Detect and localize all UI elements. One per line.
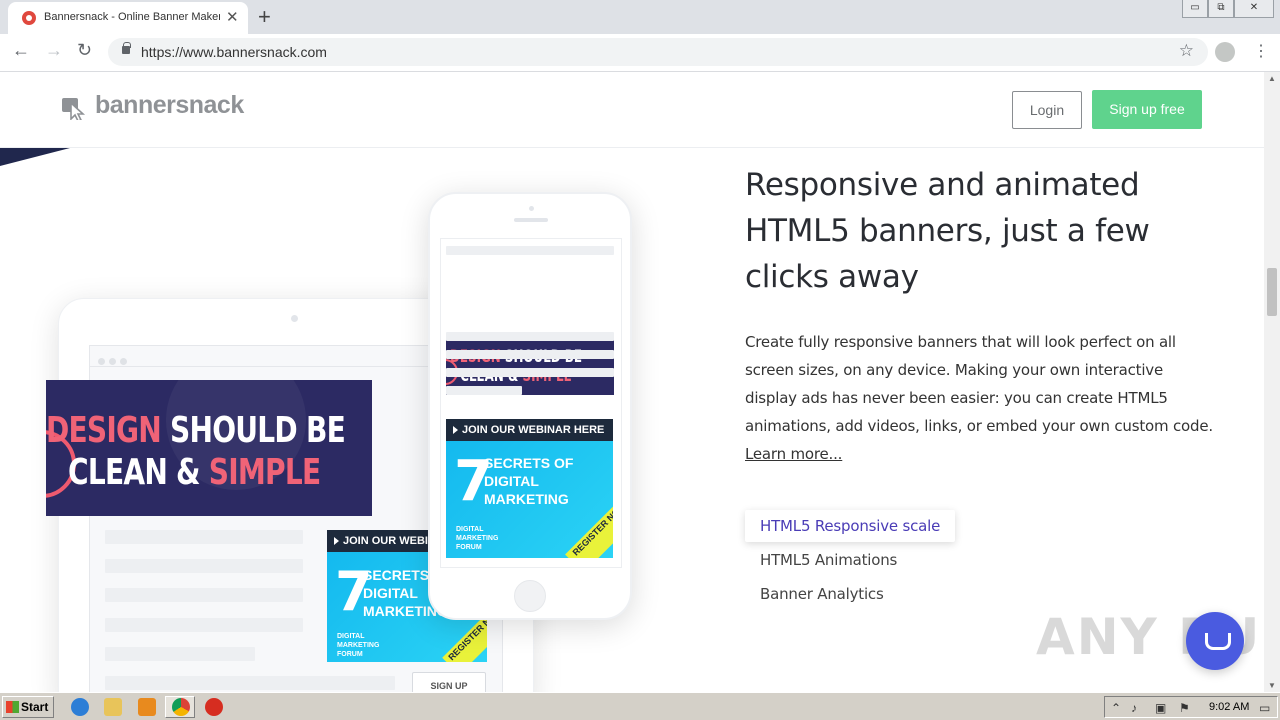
windows-flag-icon <box>6 701 19 713</box>
page-scrollbar[interactable]: ▲ ▼ <box>1264 72 1280 692</box>
banner-headline-2: CLEAN & SIMPLE <box>68 452 321 493</box>
menu-dots-icon[interactable]: ⋮ <box>1253 41 1269 61</box>
restore-icon[interactable]: ⧉ <box>1208 0 1234 18</box>
tab-title: Bannersnack - Online Banner Maker, <box>44 11 220 23</box>
hero-title: Responsive and animated HTML5 banners, j… <box>745 167 1150 295</box>
start-button[interactable]: Start <box>2 696 54 718</box>
placeholder-line <box>446 350 614 359</box>
window-close-icon[interactable]: ✕ <box>1234 0 1274 18</box>
feature-tab-analytics[interactable]: Banner Analytics <box>745 578 899 610</box>
logo-text[interactable]: bannersnack <box>95 91 244 120</box>
action-center-flag-icon[interactable]: ⚑ <box>1179 701 1190 715</box>
feature-tab-responsive-scale[interactable]: HTML5 Responsive scale <box>745 510 956 542</box>
placeholder-line <box>105 559 303 573</box>
placeholder-line <box>446 386 522 395</box>
url-text[interactable]: https://www.bannersnack.com <box>141 44 327 60</box>
site-header: bannersnack Login Sign up free <box>0 72 1264 148</box>
placeholder-line <box>105 676 395 690</box>
banner-headline-1: DESIGN SHOULD BE <box>46 410 346 451</box>
design-banner-large: DESIGN SHOULD BE CLEAN & SIMPLE <box>46 380 372 516</box>
taskbar-clock[interactable]: 9:02 AM <box>1209 701 1249 713</box>
placeholder-line <box>446 368 614 377</box>
placeholder-line <box>105 530 303 544</box>
forward-icon[interactable]: → <box>45 40 63 61</box>
feature-tab-animations[interactable]: HTML5 Animations <box>745 544 912 576</box>
start-label: Start <box>21 700 49 714</box>
placeholder-line <box>105 588 303 602</box>
antivirus-icon[interactable] <box>205 698 223 716</box>
address-bar[interactable]: https://www.bannersnack.com ☆ <box>108 38 1208 66</box>
hero-description: Create fully responsive banners that wil… <box>745 333 1213 435</box>
new-tab-icon[interactable]: + <box>258 4 271 30</box>
placeholder-line <box>105 618 303 632</box>
login-button[interactable]: Login <box>1012 91 1082 129</box>
webinar-forum: DIGITAL MARKETING FORUM <box>456 526 499 551</box>
windows-taskbar: Start ⌃ ♪ ▣ ⚑ 9:02 AM ▭ <box>0 692 1280 720</box>
phone-home-button <box>514 580 546 612</box>
tab-strip: Bannersnack - Online Banner Maker, ✕ + ▭… <box>0 0 1280 34</box>
placeholder-line <box>446 246 614 255</box>
placeholder-line <box>105 647 255 661</box>
webinar-forum: DIGITAL MARKETING FORUM <box>337 633 380 658</box>
file-explorer-icon[interactable] <box>104 698 122 716</box>
chat-widget-icon[interactable] <box>1186 612 1244 670</box>
minimize-icon[interactable]: ▭ <box>1182 0 1208 18</box>
show-desktop-icon[interactable]: ▭ <box>1259 701 1270 715</box>
mock-signup-button: SIGN UP <box>412 672 486 692</box>
webinar-header: JOIN OUR WEBINAR HERE <box>446 419 613 441</box>
scroll-up-arrow-icon[interactable]: ▲ <box>1268 74 1276 83</box>
browser-toolbar: ← → ↻ https://www.bannersnack.com ☆ ⋮ <box>0 34 1280 72</box>
favicon-icon <box>22 11 36 25</box>
system-tray: ⌃ ♪ ▣ ⚑ 9:02 AM ▭ <box>1104 696 1278 718</box>
chrome-taskbar-button[interactable] <box>165 696 195 718</box>
chrome-icon <box>172 698 190 716</box>
bookmark-star-icon[interactable]: ☆ <box>1179 41 1194 61</box>
reload-icon[interactable]: ↻ <box>77 40 92 61</box>
back-icon[interactable]: ← <box>12 40 30 61</box>
tray-expand-icon[interactable]: ⌃ <box>1111 701 1121 715</box>
media-player-icon[interactable] <box>138 698 156 716</box>
tablet-camera <box>291 315 298 322</box>
placeholder-line <box>446 332 614 341</box>
decorative-stripe <box>0 148 70 166</box>
phone-camera <box>529 206 534 211</box>
scroll-thumb[interactable] <box>1267 268 1277 316</box>
signup-button[interactable]: Sign up free <box>1092 90 1202 129</box>
webinar-banner-small: JOIN OUR WEBINAR HERE 7 SECRETS OF DIGIT… <box>446 419 613 558</box>
profile-avatar-icon[interactable] <box>1215 42 1235 62</box>
internet-explorer-icon[interactable] <box>71 698 89 716</box>
webinar-secrets: SECRETS OF DIGITAL MARKETING <box>484 455 574 507</box>
page-viewport: bannersnack Login Sign up free DESIGN SH… <box>0 72 1264 692</box>
network-icon[interactable]: ▣ <box>1155 701 1166 715</box>
volume-icon[interactable]: ♪ <box>1131 701 1137 715</box>
phone-speaker <box>514 218 548 222</box>
browser-tab[interactable]: Bannersnack - Online Banner Maker, ✕ <box>8 2 248 34</box>
learn-more-link[interactable]: Learn more... <box>745 440 842 468</box>
logo-cursor-icon[interactable] <box>62 96 86 120</box>
tab-close-icon[interactable]: ✕ <box>226 8 239 26</box>
lock-icon <box>122 42 131 54</box>
tablet-window-dots <box>98 352 131 370</box>
scroll-down-arrow-icon[interactable]: ▼ <box>1268 681 1276 690</box>
